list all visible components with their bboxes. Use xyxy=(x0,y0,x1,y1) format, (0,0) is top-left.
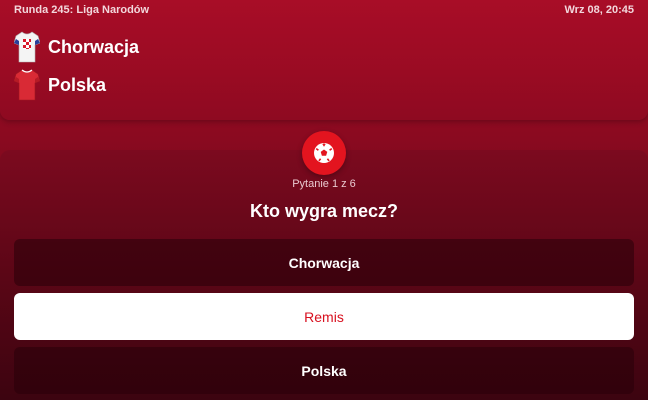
answer-option-away[interactable]: Polska xyxy=(14,347,634,394)
question-counter: Pytanie 1 z 6 xyxy=(292,178,356,190)
away-team-name: Polska xyxy=(48,74,107,95)
away-team-row: Polska xyxy=(14,68,106,102)
round-label: Runda 245: Liga Narodów xyxy=(14,4,150,16)
soccer-ball-icon xyxy=(314,143,334,163)
home-team-row: Chorwacja xyxy=(14,30,139,64)
answer-option-draw[interactable]: Remis xyxy=(14,293,634,340)
home-team-name: Chorwacja xyxy=(48,36,140,57)
answer-option-home[interactable]: Chorwacja xyxy=(14,239,634,286)
match-card: Runda 245: Liga Narodów Wrz 08, 20:45 Ch… xyxy=(0,0,648,120)
match-datetime: Wrz 08, 20:45 xyxy=(564,4,634,16)
question-title: Kto wygra mecz? xyxy=(249,201,399,221)
red-jersey-icon xyxy=(14,69,40,101)
soccer-ball-badge xyxy=(302,131,346,175)
checkered-jersey-icon xyxy=(14,31,40,63)
